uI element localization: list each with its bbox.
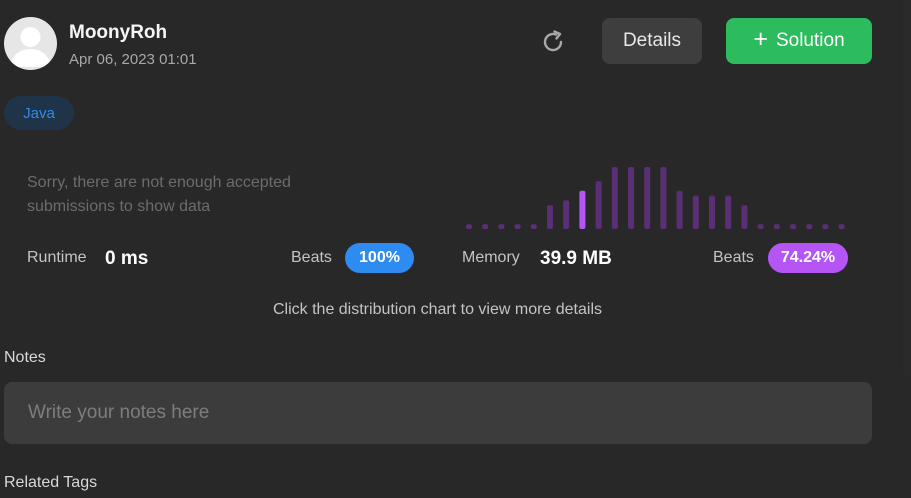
runtime-empty-message: Sorry, there are not enough accepted sub… — [27, 174, 291, 215]
details-button[interactable]: Details — [602, 18, 702, 64]
submission-date: Apr 06, 2023 01:01 — [69, 51, 197, 68]
runtime-beats-label: Beats — [291, 249, 332, 266]
distribution-bar[interactable] — [790, 224, 796, 229]
notes-label: Notes — [4, 349, 46, 366]
distribution-bar[interactable] — [806, 224, 813, 229]
runtime-value: 0 ms — [105, 248, 149, 269]
distribution-bar[interactable] — [466, 224, 472, 229]
language-tag[interactable]: Java — [4, 96, 74, 130]
distribution-bar[interactable] — [628, 167, 634, 229]
distribution-bar[interactable] — [498, 224, 505, 229]
distribution-bar[interactable] — [644, 167, 651, 229]
distribution-bar[interactable] — [692, 195, 699, 229]
distribution-bar[interactable] — [579, 190, 586, 229]
username[interactable]: MoonyRoh — [69, 22, 167, 44]
distribution-bar[interactable] — [514, 224, 521, 229]
distribution-bar[interactable] — [838, 224, 845, 229]
memory-beats-badge: 74.24% — [768, 243, 848, 273]
distribution-bar[interactable] — [660, 167, 667, 229]
solution-button-label: Solution — [775, 30, 845, 51]
distribution-bar[interactable] — [773, 224, 780, 229]
distribution-bar[interactable] — [482, 224, 489, 229]
distribution-bar[interactable] — [822, 224, 829, 229]
plus-icon: + — [753, 25, 768, 53]
distribution-bar[interactable] — [709, 195, 715, 229]
related-tags-label[interactable]: Related Tags — [4, 474, 97, 492]
memory-value: 39.9 MB — [540, 248, 612, 269]
solution-button[interactable]: + Solution — [726, 18, 872, 64]
memory-label: Memory — [462, 249, 520, 266]
runtime-label: Runtime — [27, 249, 87, 266]
distribution-bar[interactable] — [676, 190, 683, 229]
distribution-bar[interactable] — [563, 200, 570, 229]
avatar[interactable] — [4, 17, 57, 70]
memory-distribution-chart[interactable] — [460, 160, 850, 232]
notes-input[interactable] — [4, 382, 872, 444]
distribution-bar[interactable] — [741, 205, 748, 229]
distribution-bar[interactable] — [547, 205, 553, 229]
memory-beats-label: Beats — [713, 249, 754, 266]
distribution-bar[interactable] — [757, 224, 764, 229]
distribution-bar[interactable] — [530, 224, 537, 229]
scrollbar[interactable] — [903, 0, 911, 375]
runtime-beats-badge: 100% — [345, 243, 414, 273]
chart-hint: Click the distribution chart to view mor… — [272, 301, 603, 318]
details-button-label: Details — [622, 30, 682, 51]
distribution-bar[interactable] — [725, 195, 732, 229]
refresh-icon[interactable] — [540, 29, 566, 55]
distribution-bar[interactable] — [595, 181, 602, 229]
distribution-bar[interactable] — [611, 167, 618, 229]
